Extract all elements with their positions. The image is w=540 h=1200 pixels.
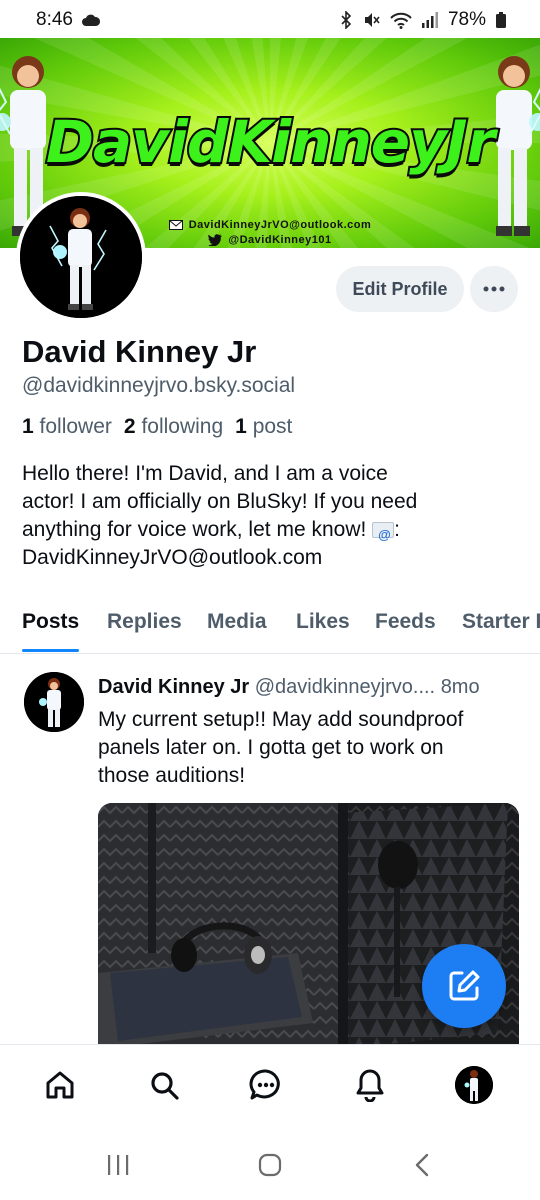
- post-text-line: My current setup!! May add soundproof: [98, 708, 464, 731]
- battery-icon: [496, 12, 506, 28]
- envelope-icon: [168, 220, 183, 230]
- tab-posts[interactable]: Posts: [22, 610, 79, 634]
- recents-button[interactable]: [98, 1150, 138, 1180]
- post-author-avatar[interactable]: [24, 672, 84, 732]
- status-bar: 8:46 78%: [0, 0, 540, 40]
- tab-likes[interactable]: Likes: [296, 610, 350, 634]
- email-emoji-icon: [372, 521, 395, 549]
- wifi-icon: [390, 12, 412, 29]
- post-avatar-illustration: [24, 672, 84, 732]
- posts-stat: 1 post: [235, 415, 292, 439]
- post-timestamp[interactable]: 8mo: [441, 676, 480, 698]
- posts-count: 1: [235, 415, 247, 438]
- cloud-icon: [81, 14, 101, 26]
- battery-percent: 78%: [447, 9, 486, 30]
- bio-text: anything for voice work, let me know!: [22, 518, 373, 541]
- nav-profile-avatar: [455, 1066, 493, 1104]
- back-icon: [415, 1153, 429, 1177]
- post-header: David Kinney Jr @davidkinneyjrvo.... 8mo: [98, 676, 480, 699]
- signal-icon: [421, 12, 438, 28]
- bio-line: Hello there! I'm David, and I am a voice: [22, 462, 388, 485]
- bluetooth-icon: [340, 11, 352, 29]
- bio-email-link[interactable]: DavidKinneyJrVO@outlook.com: [22, 544, 522, 572]
- twitter-bird-icon: [208, 234, 223, 246]
- bio-line: actor! I am officially on BluSky! If you…: [22, 490, 418, 513]
- banner-email: DavidKinneyJrVO@outlook.com: [188, 219, 372, 231]
- followers-link[interactable]: 1 follower: [22, 415, 112, 439]
- banner-title: DavidKinneyJr: [44, 106, 497, 178]
- banner-twitter-line: @DavidKinney101: [208, 234, 331, 246]
- tab-replies[interactable]: Replies: [107, 610, 182, 634]
- compose-icon: [449, 970, 480, 1001]
- bio-text: :: [394, 518, 400, 541]
- home-icon: [46, 1071, 74, 1099]
- compose-post-button[interactable]: [422, 944, 506, 1028]
- more-options-button[interactable]: [470, 266, 518, 312]
- posts-label: post: [252, 415, 293, 438]
- bell-icon: [356, 1069, 384, 1102]
- banner-email-line: DavidKinneyJrVO@outlook.com: [168, 219, 372, 231]
- chat-icon: [249, 1069, 280, 1100]
- profile-tabs: Posts Replies Media Likes Feeds Starter …: [0, 596, 540, 654]
- post-text-line: those auditions!: [98, 764, 246, 787]
- active-tab-indicator: [22, 649, 79, 652]
- nav-profile[interactable]: [452, 1063, 496, 1107]
- following-label: following: [141, 415, 224, 438]
- bio-line: anything for voice work, let me know! :: [22, 516, 522, 549]
- profile-avatar[interactable]: [16, 192, 146, 322]
- edit-profile-button[interactable]: Edit Profile: [336, 266, 464, 312]
- following-link[interactable]: 2 following: [124, 415, 223, 439]
- post-text: My current setup!! May add soundproof pa…: [98, 706, 518, 790]
- profile-bio: Hello there! I'm David, and I am a voice…: [22, 460, 522, 572]
- profile-handle: @davidkinneyjrvo.bsky.social: [22, 374, 296, 397]
- system-back-button[interactable]: [402, 1150, 442, 1180]
- nav-home[interactable]: [38, 1063, 82, 1107]
- nav-search[interactable]: [142, 1063, 186, 1107]
- system-home-button[interactable]: [250, 1150, 290, 1180]
- system-navigation-bar: [0, 1126, 540, 1200]
- post-author-name[interactable]: David Kinney Jr: [98, 676, 249, 698]
- avatar-illustration: [20, 196, 142, 318]
- post-text-line: panels later on. I gotta get to work on: [98, 736, 444, 759]
- ellipsis-icon: [483, 286, 505, 292]
- nav-chat[interactable]: [244, 1063, 288, 1107]
- nav-notifications[interactable]: [348, 1063, 392, 1107]
- display-name: David Kinney Jr: [22, 334, 257, 369]
- tab-feeds[interactable]: Feeds: [375, 610, 436, 634]
- tab-media[interactable]: Media: [207, 610, 267, 634]
- recents-icon: [108, 1155, 129, 1175]
- status-left: 8:46: [36, 9, 101, 31]
- nav-avatar-illustration: [455, 1066, 493, 1104]
- status-right: 78%: [340, 9, 506, 31]
- search-icon: [151, 1072, 179, 1100]
- followers-label: follower: [39, 415, 112, 438]
- bottom-navigation: [0, 1044, 540, 1126]
- profile-stats: 1 follower 2 following 1 post: [22, 415, 292, 439]
- tab-starter-packs[interactable]: Starter Packs: [462, 610, 540, 634]
- banner-twitter: @DavidKinney101: [228, 234, 332, 246]
- mute-icon: [362, 11, 380, 29]
- status-time: 8:46: [36, 9, 73, 30]
- post-author-handle[interactable]: @davidkinneyjrvo....: [255, 676, 435, 698]
- home-circle-icon: [258, 1153, 282, 1177]
- followers-count: 1: [22, 415, 34, 438]
- following-count: 2: [123, 415, 136, 438]
